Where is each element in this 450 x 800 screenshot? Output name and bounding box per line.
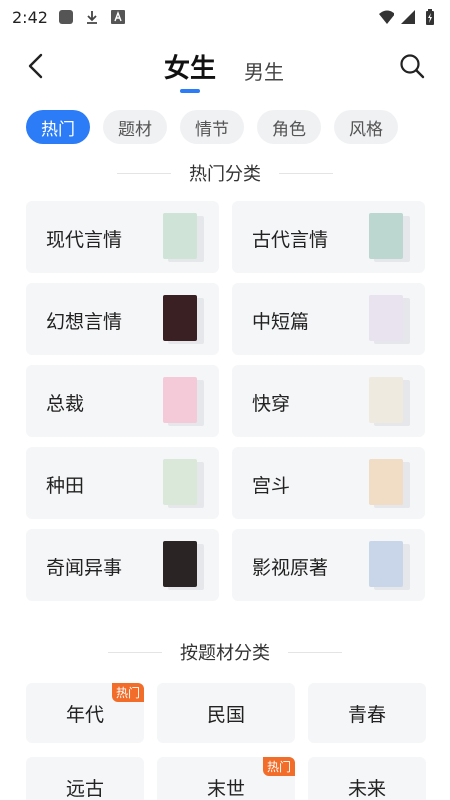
category-card[interactable]: 总裁	[26, 365, 219, 437]
hot-category-grid: 现代言情 古代言情幻想言情 中短篇总裁 快穿种田 宫斗奇闻异事 影视原著	[26, 201, 425, 601]
category-card[interactable]: 影视原著	[232, 529, 425, 601]
tab-female[interactable]: 女生	[164, 48, 216, 85]
book-cover	[163, 295, 204, 344]
gender-tabs: 女生 男生	[164, 48, 284, 85]
category-card[interactable]: 幻想言情	[26, 283, 219, 355]
category-label: 宫斗	[252, 475, 291, 497]
hot-badge: 热门	[262, 757, 295, 776]
divider-line	[108, 651, 162, 653]
book-cover	[163, 459, 204, 508]
cover-image	[369, 377, 403, 423]
chevron-left-icon	[28, 53, 43, 79]
filter-chips: 热门 题材 情节 角色 风格	[26, 110, 398, 144]
cover-image	[163, 213, 197, 259]
back-button[interactable]	[18, 48, 54, 84]
theme-card[interactable]: 未来	[308, 757, 426, 800]
theme-card[interactable]: 年代 热门	[26, 683, 144, 743]
category-card[interactable]: 古代言情	[232, 201, 425, 273]
category-card[interactable]: 现代言情	[26, 201, 219, 273]
book-cover	[163, 213, 204, 262]
hot-section-title: 热门分类	[0, 160, 450, 186]
divider-line	[117, 172, 171, 174]
book-cover	[369, 377, 410, 426]
cover-image	[369, 459, 403, 505]
book-cover	[369, 213, 410, 262]
theme-card[interactable]: 青春	[308, 683, 426, 743]
wifi-icon	[378, 9, 394, 25]
chip-hot[interactable]: 热门	[26, 110, 90, 144]
theme-label: 年代	[65, 703, 104, 726]
category-label: 总裁	[46, 393, 85, 415]
category-label: 奇闻异事	[46, 557, 123, 579]
cover-image	[369, 213, 403, 259]
cover-image	[163, 459, 197, 505]
category-card[interactable]: 中短篇	[232, 283, 425, 355]
category-card[interactable]: 种田	[26, 447, 219, 519]
book-cover	[163, 541, 204, 590]
book-cover	[369, 459, 410, 508]
search-icon	[400, 54, 425, 79]
chip-plot[interactable]: 情节	[180, 110, 244, 144]
status-bar: 2:42	[0, 0, 450, 34]
theme-category-grid: 年代 热门 民国 青春 远古 末世 热门 未来	[26, 683, 426, 800]
cover-image	[163, 377, 197, 423]
category-label: 快穿	[252, 393, 291, 415]
chip-role[interactable]: 角色	[257, 110, 321, 144]
app-notification-icon	[58, 9, 74, 25]
section-heading: 按题材分类	[180, 643, 270, 664]
status-time: 2:42	[12, 7, 48, 27]
signal-icon	[400, 9, 416, 25]
theme-label: 未来	[347, 777, 386, 800]
category-label: 种田	[46, 475, 85, 497]
category-card[interactable]: 快穿	[232, 365, 425, 437]
divider-line	[279, 172, 333, 174]
category-label: 幻想言情	[46, 311, 123, 333]
battery-icon	[422, 9, 438, 25]
category-label: 现代言情	[46, 229, 123, 251]
category-label: 中短篇	[252, 311, 310, 333]
book-cover	[369, 541, 410, 590]
download-icon	[84, 9, 100, 25]
cover-image	[369, 541, 403, 587]
theme-card[interactable]: 末世 热门	[157, 757, 295, 800]
theme-label: 青春	[347, 703, 386, 726]
hot-badge: 热门	[111, 683, 144, 702]
book-cover	[369, 295, 410, 344]
cover-image	[163, 295, 197, 341]
text-app-icon	[110, 9, 126, 25]
search-button[interactable]	[394, 48, 430, 84]
chip-theme[interactable]: 题材	[103, 110, 167, 144]
category-card[interactable]: 奇闻异事	[26, 529, 219, 601]
book-cover	[163, 377, 204, 426]
category-label: 影视原著	[252, 557, 329, 579]
theme-card[interactable]: 民国	[157, 683, 295, 743]
theme-card[interactable]: 远古	[26, 757, 144, 800]
theme-label: 远古	[65, 777, 104, 800]
chip-style[interactable]: 风格	[334, 110, 398, 144]
cover-image	[369, 295, 403, 341]
tab-male[interactable]: 男生	[244, 56, 284, 85]
divider-line	[288, 651, 342, 653]
top-header: 女生 男生	[0, 34, 450, 96]
category-label: 古代言情	[252, 229, 329, 251]
theme-label: 民国	[206, 703, 245, 726]
theme-section-title: 按题材分类	[0, 639, 450, 665]
category-card[interactable]: 宫斗	[232, 447, 425, 519]
cover-image	[163, 541, 197, 587]
theme-label: 末世	[206, 777, 245, 800]
section-heading: 热门分类	[189, 164, 261, 185]
